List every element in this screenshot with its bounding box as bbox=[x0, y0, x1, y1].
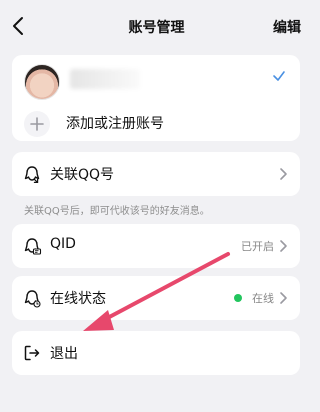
logout-label: 退出 bbox=[50, 346, 78, 362]
online-status-row[interactable]: 在线状态 在线 bbox=[12, 276, 300, 320]
online-status-value: 在线 bbox=[252, 292, 274, 305]
link-qq-row[interactable]: 关联QQ号 bbox=[12, 152, 300, 196]
add-account-label: 添加或注册账号 bbox=[66, 116, 164, 132]
chevron-right-icon bbox=[280, 292, 287, 304]
link-qq-label: 关联QQ号 bbox=[50, 167, 115, 183]
qid-icon bbox=[24, 238, 42, 255]
link-qq-note: 关联QQ号后，即可代收该号的好友消息。 bbox=[24, 206, 210, 217]
logout-icon bbox=[24, 345, 40, 361]
chevron-right-icon bbox=[280, 240, 287, 252]
check-icon bbox=[273, 71, 285, 81]
qid-label: QID bbox=[50, 236, 76, 252]
header: 账号管理 编辑 bbox=[0, 0, 313, 52]
logout-row[interactable]: 退出 bbox=[12, 331, 300, 375]
account-name-blurred bbox=[70, 69, 140, 89]
plus-circle bbox=[24, 111, 50, 137]
avatar[interactable] bbox=[24, 64, 60, 100]
online-status-icon bbox=[24, 290, 41, 308]
add-account-row[interactable]: 添加或注册账号 bbox=[12, 107, 300, 141]
qid-status: 已开启 bbox=[241, 240, 274, 253]
plus-icon bbox=[30, 117, 44, 131]
page-title: 账号管理 bbox=[128, 20, 185, 36]
qq-link-icon bbox=[24, 166, 40, 183]
chevron-right-icon bbox=[280, 168, 287, 180]
edit-button[interactable]: 编辑 bbox=[273, 17, 301, 37]
accounts-card: 添加或注册账号 bbox=[12, 55, 300, 141]
online-dot bbox=[234, 294, 242, 302]
online-status-label: 在线状态 bbox=[50, 291, 106, 307]
qid-row[interactable]: QID 已开启 bbox=[12, 224, 300, 268]
